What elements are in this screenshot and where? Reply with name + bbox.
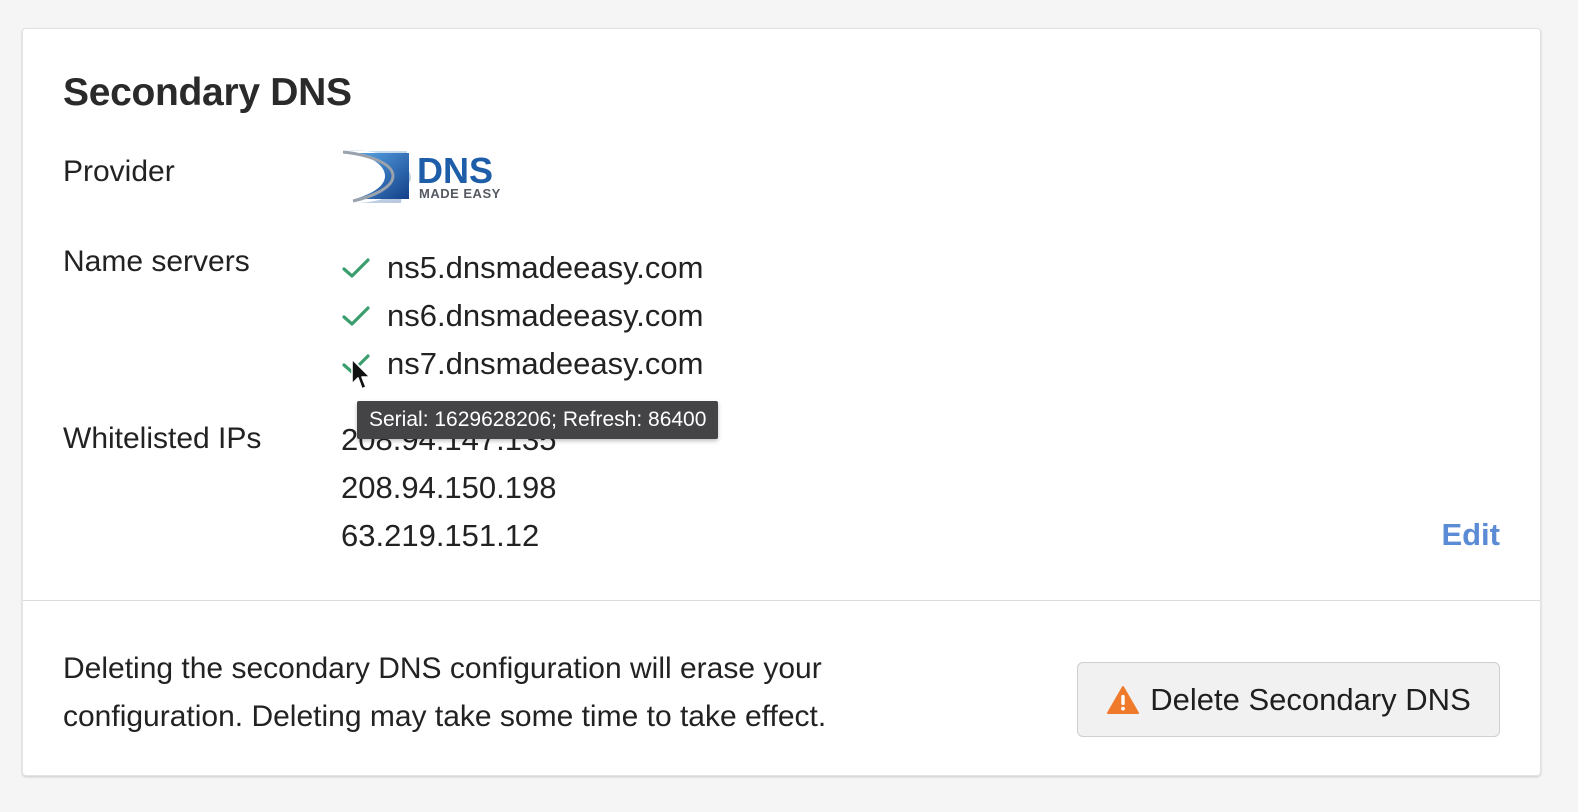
delete-button-label: Delete Secondary DNS [1150, 681, 1471, 717]
delete-warning-text: Deleting the secondary DNS configuration… [63, 652, 827, 733]
provider-label: Provider [63, 155, 175, 188]
list-item: 63.219.151.12 [341, 518, 540, 553]
name-server-host: ns7.dnsmadeeasy.com [387, 346, 704, 381]
divider [23, 600, 1540, 601]
list-item: ns6.dnsmadeeasy.com [341, 292, 703, 340]
list-item: ns5.dnsmadeeasy.com [341, 244, 703, 292]
name-server-host: ns6.dnsmadeeasy.com [387, 298, 704, 333]
logo-text: DNS [417, 150, 493, 191]
delete-secondary-dns-button[interactable]: Delete Secondary DNS [1077, 662, 1500, 737]
list-item: 208.94.150.198 [341, 470, 557, 505]
secondary-dns-panel: Secondary DNS Provider DNS MADE EASY Nam… [22, 28, 1541, 776]
whitelisted-ips-label: Whitelisted IPs [63, 422, 262, 455]
page-title: Secondary DNS [63, 71, 352, 114]
name-servers-label: Name servers [63, 245, 250, 278]
list-item: ns7.dnsmadeeasy.com [341, 340, 703, 388]
name-server-list: ns5.dnsmadeeasy.com ns6.dnsmadeeasy.com … [341, 244, 703, 388]
logo-subtext: MADE EASY [419, 186, 501, 201]
check-icon[interactable] [341, 301, 371, 331]
dns-made-easy-logo: DNS MADE EASY [342, 150, 501, 203]
edit-link[interactable]: Edit [1441, 517, 1500, 553]
check-icon[interactable] [341, 253, 371, 283]
whitelisted-ip-list: 208.94.147.135 208.94.150.198 63.219.151… [341, 421, 557, 565]
name-server-host: ns5.dnsmadeeasy.com [387, 250, 704, 285]
warning-triangle-icon [1107, 685, 1140, 714]
mouse-pointer-icon [351, 358, 371, 390]
serial-tooltip: Serial: 1629628206; Refresh: 86400 [357, 401, 719, 439]
